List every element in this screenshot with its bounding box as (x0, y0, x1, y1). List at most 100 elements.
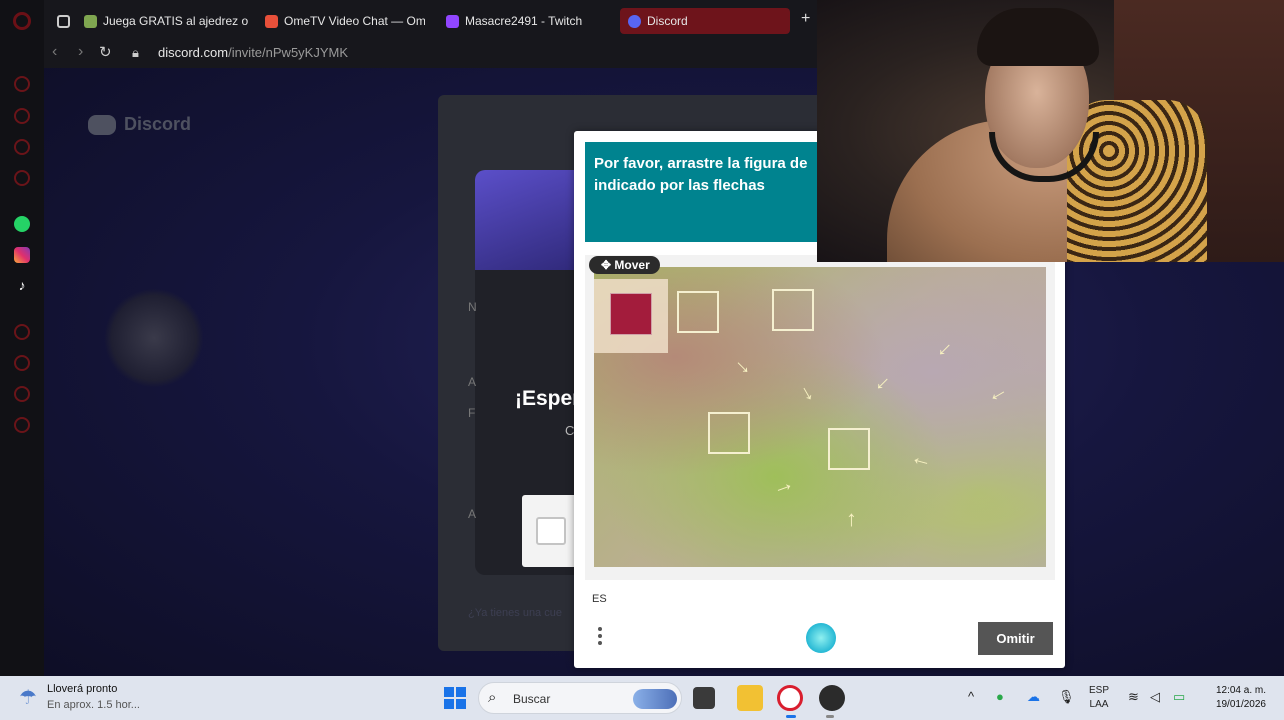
login-link[interactable]: ¿Ya tienes una cue (468, 607, 562, 619)
taskbar-search[interactable]: ⌕ Buscar (478, 682, 682, 714)
lang-bottom: LAA (1089, 699, 1109, 710)
weather-subtitle[interactable]: En aprox. 1.5 hor... (47, 699, 140, 711)
tray-app-icon[interactable]: ● (996, 689, 1004, 704)
url-host: discord.com (158, 45, 229, 60)
app-indicator (826, 715, 834, 718)
tab-label: OmeTV Video Chat — Om (284, 14, 425, 28)
tray-cloud-icon[interactable]: ☁ (1027, 689, 1040, 705)
tab-manager-icon[interactable] (57, 8, 77, 34)
active-app-indicator (786, 715, 796, 718)
sidebar-history-icon[interactable] (14, 324, 30, 340)
tab-chess[interactable]: Juega GRATIS al ajedrez o (84, 8, 249, 34)
sidebar-clock-icon[interactable] (14, 355, 30, 371)
arrow-icon: → (984, 382, 1017, 415)
sidebar-messenger-icon[interactable] (14, 170, 30, 186)
target-square (677, 291, 719, 333)
opera-taskbar-icon[interactable] (777, 685, 803, 711)
opera-sidebar: ♪ (0, 0, 44, 676)
wait-title: ¡Esper (515, 387, 581, 410)
tab-bar: Juega GRATIS al ajedrez o OmeTV Video Ch… (44, 0, 844, 40)
clock-time: 12:04 a. m. (1215, 685, 1266, 696)
arrow-icon: → (930, 335, 964, 369)
volume-icon[interactable]: ◁ (1150, 689, 1160, 705)
sidebar-home-icon[interactable] (14, 108, 30, 124)
new-tab-button[interactable]: + (801, 10, 810, 28)
taskbar-clock[interactable]: 12:04 a. m. 19/01/2026 (1204, 684, 1266, 712)
tab-label: Masacre2491 - Twitch (465, 14, 583, 28)
arrow-icon: → (835, 509, 860, 531)
url-field[interactable]: discord.com/invite/nPw5yKJYMK (158, 45, 348, 60)
discord-logo-icon (88, 114, 116, 135)
sidebar-player-icon[interactable] (14, 139, 30, 155)
skip-button[interactable]: Omitir (978, 622, 1053, 655)
hcaptcha-logo-icon (806, 623, 836, 653)
url-path: /invite/nPw5yKJYMK (228, 45, 349, 60)
arrow-icon: → (728, 348, 762, 382)
search-icon: ⌕ (488, 689, 497, 706)
address-bar: ‹ › ↻ 🔒︎ discord.com/invite/nPw5yKJYMK (44, 40, 844, 68)
rain-umbrella-icon[interactable]: ☂ (19, 685, 37, 710)
piece-square (610, 293, 652, 335)
menu-dots-icon[interactable] (598, 627, 604, 648)
chevron-up-icon[interactable]: ^ (968, 689, 974, 704)
move-cursor-icon: ✥ (601, 258, 615, 272)
tab-discord[interactable]: Discord (620, 8, 790, 34)
lang-top: ESP (1089, 685, 1110, 696)
wifi-icon[interactable]: ≋ (1128, 689, 1139, 705)
app-taskbar-icon[interactable] (819, 685, 845, 711)
arrow-icon: → (906, 450, 934, 481)
arrow-icon: → (768, 469, 798, 501)
captcha-checkbox[interactable] (536, 517, 566, 545)
tab-label: Discord (647, 14, 688, 28)
tab-label: Juega GRATIS al ajedrez o (103, 14, 249, 28)
tab-ometv[interactable]: OmeTV Video Chat — Om (265, 8, 425, 34)
leopard-blanket (1067, 100, 1207, 262)
webcam-overlay (817, 0, 1284, 262)
ometv-icon (265, 14, 278, 28)
clock-date: 19/01/2026 (1215, 699, 1266, 710)
label-fragment: A (468, 507, 477, 521)
pawn-icon (84, 14, 97, 28)
tab-twitch[interactable]: Masacre2491 - Twitch (446, 8, 626, 34)
target-square (828, 428, 870, 470)
tab-manager-glyph-icon (57, 14, 70, 28)
move-hint-badge: ✥ Mover (589, 256, 660, 274)
challenge-canvas-frame: → → → → → → → → (585, 255, 1055, 580)
battery-icon[interactable]: ▭ (1173, 689, 1185, 705)
taskbar: ☂ Lloverá pronto En aprox. 1.5 hor... ⌕ … (0, 676, 1284, 720)
discord-icon (628, 14, 641, 28)
search-placeholder: Buscar (513, 692, 551, 706)
label-fragment: F (468, 406, 476, 420)
challenge-prompt: Por favor, arrastre la figura de indicad… (594, 155, 808, 194)
move-label: Mover (614, 258, 650, 272)
discord-logo[interactable]: Discord (88, 114, 191, 135)
opera-logo-icon[interactable] (13, 12, 31, 30)
lock-icon: 🔒︎ (132, 45, 139, 60)
sidebar-send-icon[interactable] (14, 386, 30, 402)
arrow-icon: → (868, 369, 902, 403)
wait-subtitle: C (565, 423, 575, 438)
language-selector[interactable]: ES (592, 593, 607, 605)
draggable-piece[interactable] (594, 279, 668, 353)
input-language[interactable]: ESP LAA (1089, 684, 1109, 712)
search-highlight-icon (633, 689, 677, 709)
back-icon[interactable]: ‹ (52, 43, 57, 61)
label-fragment: A (468, 375, 477, 389)
task-view-icon[interactable] (693, 687, 715, 709)
challenge-canvas[interactable]: → → → → → → → → (594, 267, 1046, 567)
instagram-icon[interactable] (14, 247, 30, 263)
screen: ♪ Juega GRATIS al ajedrez o OmeTV Video … (0, 0, 1284, 720)
sidebar-aria-icon[interactable] (14, 76, 30, 92)
sidebar-settings-icon[interactable] (14, 417, 30, 433)
reload-icon[interactable]: ↻ (99, 43, 112, 61)
weather-title[interactable]: Lloverá pronto (47, 683, 117, 695)
forward-icon[interactable]: › (78, 43, 83, 61)
tiktok-icon[interactable]: ♪ (14, 277, 30, 293)
microphone-icon[interactable]: 🎙︎ (1058, 689, 1075, 705)
file-explorer-icon[interactable] (737, 685, 763, 711)
target-square (708, 412, 750, 454)
whatsapp-icon[interactable] (14, 216, 30, 232)
windows-start-icon[interactable] (444, 687, 466, 709)
discord-logo-text: Discord (124, 114, 192, 134)
person-hair (977, 8, 1099, 66)
